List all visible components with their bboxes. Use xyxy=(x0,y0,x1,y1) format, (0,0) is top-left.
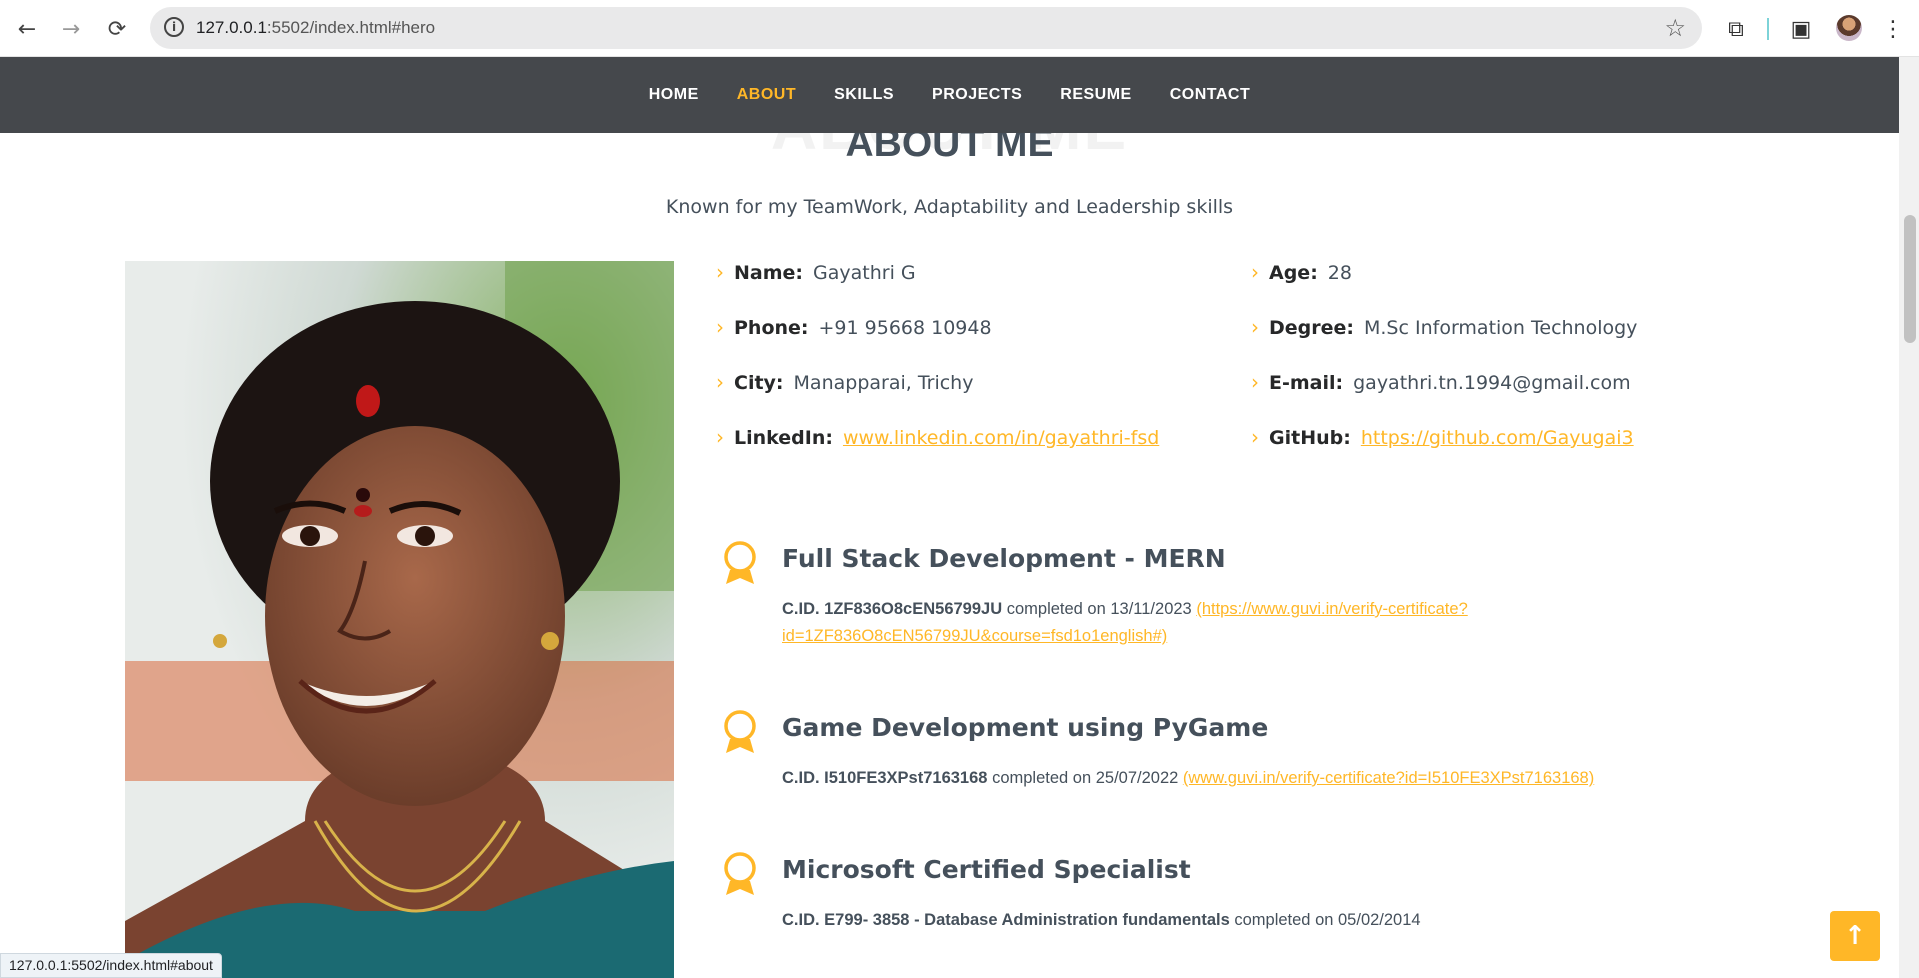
reload-icon[interactable]: ⟳ xyxy=(102,14,132,44)
section-subtitle: Known for my TeamWork, Adaptability and … xyxy=(665,196,1234,218)
info-github: › GitHub: https://github.com/Gayugai3 xyxy=(1251,425,1634,449)
info-degree: › Degree: M.Sc Information Technology xyxy=(1251,315,1638,339)
toolbar-divider xyxy=(1767,18,1769,40)
nav-resume[interactable]: RESUME xyxy=(1060,86,1131,104)
extensions-icon[interactable]: ⧉ xyxy=(1721,14,1751,44)
info-city: › City: Manapparai, Trichy xyxy=(716,370,974,394)
info-linkedin: › LinkedIn: www.linkedin.com/in/gayathri-f… xyxy=(716,425,1160,449)
site-info-icon[interactable]: i xyxy=(164,17,184,37)
bookmark-star-icon[interactable]: ☆ xyxy=(1664,14,1686,42)
back-to-top-button[interactable]: ↑ xyxy=(1830,911,1880,961)
profile-avatar[interactable] xyxy=(1836,15,1862,41)
cert-title: Microsoft Certified Specialist xyxy=(782,855,1191,884)
back-arrow-icon[interactable]: ← xyxy=(12,14,42,44)
chevron-right-icon: › xyxy=(1251,315,1259,339)
cert-title: Game Development using PyGame xyxy=(782,713,1269,742)
cert-link[interactable]: (www.guvi.in/verify-certificate?id=I510F… xyxy=(1183,769,1594,787)
scrollbar-track[interactable] xyxy=(1899,57,1919,978)
side-panel-icon[interactable]: ▣ xyxy=(1786,14,1816,44)
chevron-right-icon: › xyxy=(1251,370,1259,394)
linkedin-link[interactable]: www.linkedin.com/in/gayathri-fsd xyxy=(843,427,1159,449)
cert-title: Full Stack Development - MERN xyxy=(782,544,1226,573)
address-bar[interactable]: i 127.0.0.1:5502/index.html#hero ☆ xyxy=(150,7,1702,49)
portrait-illustration xyxy=(125,261,674,978)
scrollbar-thumb[interactable] xyxy=(1904,215,1916,343)
nav-about[interactable]: ABOUT xyxy=(737,86,796,104)
forward-arrow-icon[interactable]: → xyxy=(56,14,86,44)
info-email: › E-mail: gayathri.tn.1994@gmail.com xyxy=(1251,370,1631,394)
info-age: › Age: 28 xyxy=(1251,260,1352,284)
nav-projects[interactable]: PROJECTS xyxy=(932,86,1022,104)
address-url[interactable]: 127.0.0.1:5502/index.html#hero xyxy=(196,18,435,38)
chevron-right-icon: › xyxy=(1251,425,1259,449)
award-icon xyxy=(724,541,756,584)
site-navbar: HOME ABOUT SKILLS PROJECTS RESUME CONTAC… xyxy=(0,57,1899,133)
cert-description: C.ID. 1ZF836O8cEN56799JU completed on 13… xyxy=(782,600,1468,645)
link-status-bubble: 127.0.0.1:5502/index.html#about xyxy=(0,953,222,978)
award-icon xyxy=(724,710,756,753)
github-link[interactable]: https://github.com/Gayugai3 xyxy=(1361,427,1634,449)
award-icon xyxy=(724,852,756,895)
cert-link[interactable]: id=1ZF836O8cEN56799JU&course=fsd1o1engli… xyxy=(782,627,1167,645)
chevron-right-icon: › xyxy=(1251,260,1259,284)
chevron-right-icon: › xyxy=(716,425,724,449)
nav-home[interactable]: HOME xyxy=(649,86,699,104)
cert-description: C.ID. E799- 3858 - Database Administrati… xyxy=(782,911,1421,929)
nav-skills[interactable]: SKILLS xyxy=(834,86,894,104)
chevron-right-icon: › xyxy=(716,260,724,284)
profile-photo xyxy=(125,261,674,978)
browser-toolbar: ← → ⟳ i 127.0.0.1:5502/index.html#hero ☆… xyxy=(0,0,1919,57)
menu-kebab-icon[interactable]: ⋮ xyxy=(1878,14,1908,44)
chevron-right-icon: › xyxy=(716,315,724,339)
cert-description: C.ID. I510FE3XPst7163168 completed on 25… xyxy=(782,769,1595,787)
info-name: › Name: Gayathri G xyxy=(716,260,916,284)
arrow-up-icon: ↑ xyxy=(1844,921,1866,951)
cert-link[interactable]: (https://www.guvi.in/verify-certificate? xyxy=(1196,600,1467,618)
nav-contact[interactable]: CONTACT xyxy=(1170,86,1251,104)
chevron-right-icon: › xyxy=(716,370,724,394)
info-phone: › Phone: +91 95668 10948 xyxy=(716,315,992,339)
